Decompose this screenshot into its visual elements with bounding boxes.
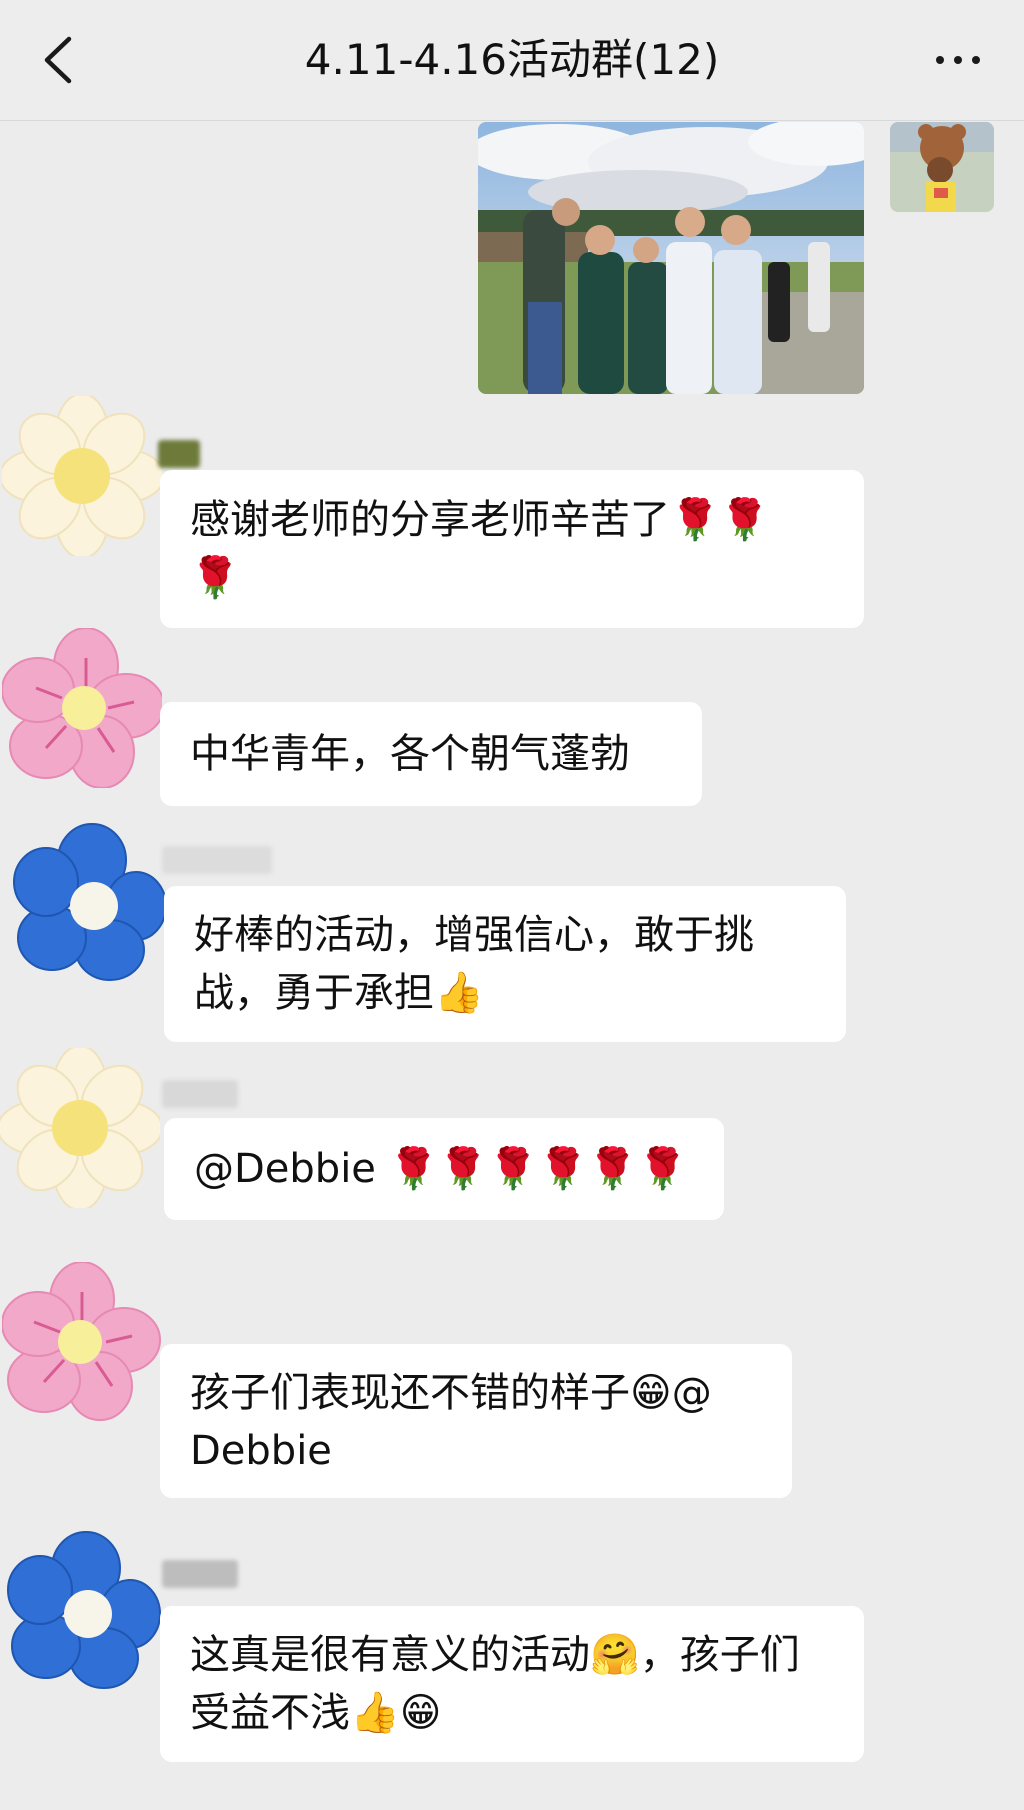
back-button[interactable] (28, 30, 88, 90)
message-text-line: Debbie (190, 1428, 332, 1474)
avatar-white-flower[interactable] (0, 1045, 163, 1211)
chat-title: 4.11-4.16活动群(12) (304, 35, 720, 84)
my-avatar[interactable] (890, 122, 994, 212)
message-text-line: 中华青年，各个朝气蓬勃 (190, 731, 630, 777)
avatar-white-flower[interactable] (0, 393, 165, 559)
message-text-line: 战，勇于承担👍 (194, 970, 484, 1016)
message-text-line: 🌹 (190, 555, 240, 601)
message-bubble[interactable]: @Debbie 🌹🌹🌹🌹🌹🌹 (164, 1118, 724, 1220)
avatar-pink-flower[interactable] (1, 627, 165, 789)
sender-name (162, 846, 272, 874)
message-bubble[interactable]: 好棒的活动，增强信心，敢于挑 战，勇于承担👍 (164, 886, 846, 1042)
message-text-line: 感谢老师的分享老师辛苦了🌹🌹 (190, 497, 770, 543)
message-text-line: 孩子们表现还不错的样子😁@ (190, 1370, 712, 1416)
avatar-blue-flower[interactable] (2, 1530, 162, 1690)
message-bubble[interactable]: 这真是很有意义的活动🤗，孩子们 受益不浅👍😁 (160, 1606, 864, 1762)
more-dots-icon[interactable] (918, 32, 998, 88)
chat-header: 4.11-4.16活动群(12) (0, 0, 1024, 121)
message-text-line: 好棒的活动，增强信心，敢于挑 (194, 912, 754, 958)
chevron-left-icon (44, 36, 72, 84)
message-text-line: @Debbie 🌹🌹🌹🌹🌹🌹 (194, 1146, 688, 1192)
avatar-pink-flower[interactable] (1, 1261, 162, 1422)
avatar-blue-flower[interactable] (6, 822, 167, 982)
message-bubble[interactable]: 孩子们表现还不错的样子😁@ Debbie (160, 1344, 792, 1498)
message-bubble[interactable]: 中华青年，各个朝气蓬勃 (160, 702, 702, 806)
sender-name (162, 1560, 238, 1588)
sender-name (158, 440, 200, 468)
message-bubble[interactable]: 感谢老师的分享老师辛苦了🌹🌹 🌹 (160, 470, 864, 628)
photo-message[interactable] (478, 122, 864, 394)
message-text-line: 受益不浅👍😁 (190, 1690, 442, 1736)
message-text-line: 这真是很有意义的活动🤗，孩子们 (190, 1632, 800, 1678)
sender-name (162, 1080, 238, 1108)
